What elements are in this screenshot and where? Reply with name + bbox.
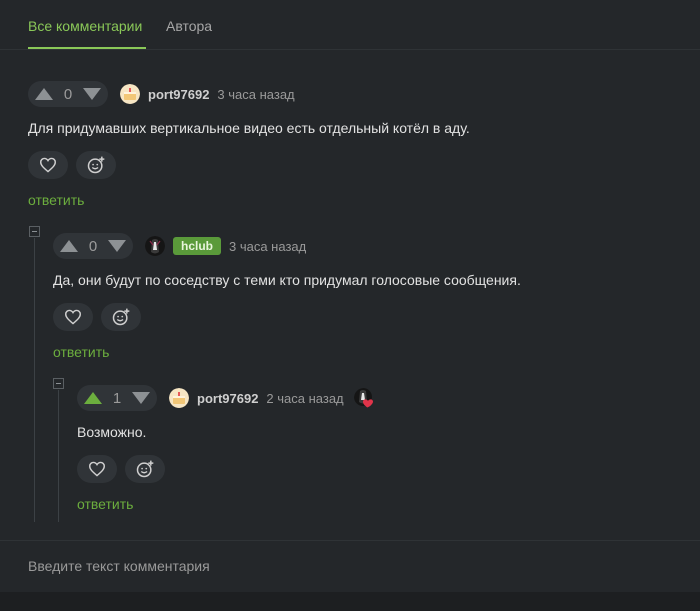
comment-tabs: Все комментарии Автора <box>0 0 700 50</box>
vote-count: 1 <box>112 389 122 407</box>
collapse-thread-button[interactable] <box>29 226 40 237</box>
active-tab-indicator <box>28 47 146 49</box>
heart-icon <box>39 157 57 173</box>
arrow-down-icon <box>83 88 101 100</box>
like-button[interactable] <box>28 151 68 179</box>
heart-icon <box>88 461 106 477</box>
comment-header: 0 hclub 3 часа назад <box>53 232 306 260</box>
liked-by-author-avatar <box>353 388 374 408</box>
username[interactable]: port97692 <box>197 391 258 406</box>
add-reaction-button[interactable] <box>125 455 165 483</box>
like-button[interactable] <box>77 455 117 483</box>
upvote-button[interactable] <box>34 87 54 101</box>
comment-actions <box>77 455 173 483</box>
timestamp: 3 часа назад <box>217 86 295 102</box>
add-reaction-button[interactable] <box>101 303 141 331</box>
arrow-up-icon <box>35 88 53 100</box>
tab-author[interactable]: Автора <box>166 18 212 34</box>
reply-link[interactable]: ответить <box>77 496 133 512</box>
arrow-down-icon <box>132 392 150 404</box>
upvote-button[interactable] <box>59 239 79 253</box>
username[interactable]: port97692 <box>148 87 209 102</box>
vote-control: 1 <box>77 385 157 411</box>
arrow-up-icon <box>60 240 78 252</box>
reply-link[interactable]: ответить <box>28 192 84 208</box>
comment-actions <box>28 151 124 179</box>
downvote-button[interactable] <box>82 87 102 101</box>
vote-count: 0 <box>88 237 98 255</box>
comment-text: Да, они будут по соседству с теми кто пр… <box>53 272 521 288</box>
comment-actions <box>53 303 149 331</box>
reply-link[interactable]: ответить <box>53 344 109 360</box>
like-button[interactable] <box>53 303 93 331</box>
comment-input[interactable]: Введите текст комментария <box>28 558 210 574</box>
comment-header: 0 port97692 3 часа назад <box>28 80 295 108</box>
smile-plus-icon <box>112 308 130 326</box>
bottom-bar <box>0 592 700 611</box>
vote-count: 0 <box>63 85 73 103</box>
timestamp: 2 часа назад <box>266 390 344 406</box>
cake-avatar-icon <box>169 388 189 408</box>
smile-plus-icon <box>87 156 105 174</box>
avatar[interactable] <box>145 236 165 256</box>
comment-header: 1 port97692 2 часа назад <box>77 384 374 412</box>
author-like-heart-icon <box>353 388 373 408</box>
thread-line <box>34 238 35 522</box>
thread-line <box>58 390 59 522</box>
add-reaction-button[interactable] <box>76 151 116 179</box>
dark-figure-avatar-icon <box>145 236 165 256</box>
cake-avatar-icon <box>120 84 140 104</box>
smile-plus-icon <box>136 460 154 478</box>
timestamp: 3 часа назад <box>229 238 307 254</box>
avatar[interactable] <box>120 84 140 104</box>
comment-text: Возможно. <box>77 424 147 440</box>
avatar[interactable] <box>169 388 189 408</box>
downvote-button[interactable] <box>107 239 127 253</box>
tab-all-comments[interactable]: Все комментарии <box>28 18 142 34</box>
username-badge[interactable]: hclub <box>173 237 221 255</box>
vote-control: 0 <box>53 233 133 259</box>
arrow-up-icon <box>84 392 102 404</box>
heart-icon <box>64 309 82 325</box>
vote-control: 0 <box>28 81 108 107</box>
comment: 1 port97692 2 часа назад Возможно. ответ… <box>77 384 687 514</box>
comment: 0 port97692 3 часа назад Для придумавших… <box>28 80 688 210</box>
divider <box>0 540 700 541</box>
collapse-thread-button[interactable] <box>53 378 64 389</box>
comment: 0 hclub 3 часа назад Да, они будут по со… <box>53 232 693 362</box>
upvote-button[interactable] <box>83 391 103 405</box>
arrow-down-icon <box>108 240 126 252</box>
comment-text: Для придумавших вертикальное видео есть … <box>28 120 470 136</box>
downvote-button[interactable] <box>131 391 151 405</box>
